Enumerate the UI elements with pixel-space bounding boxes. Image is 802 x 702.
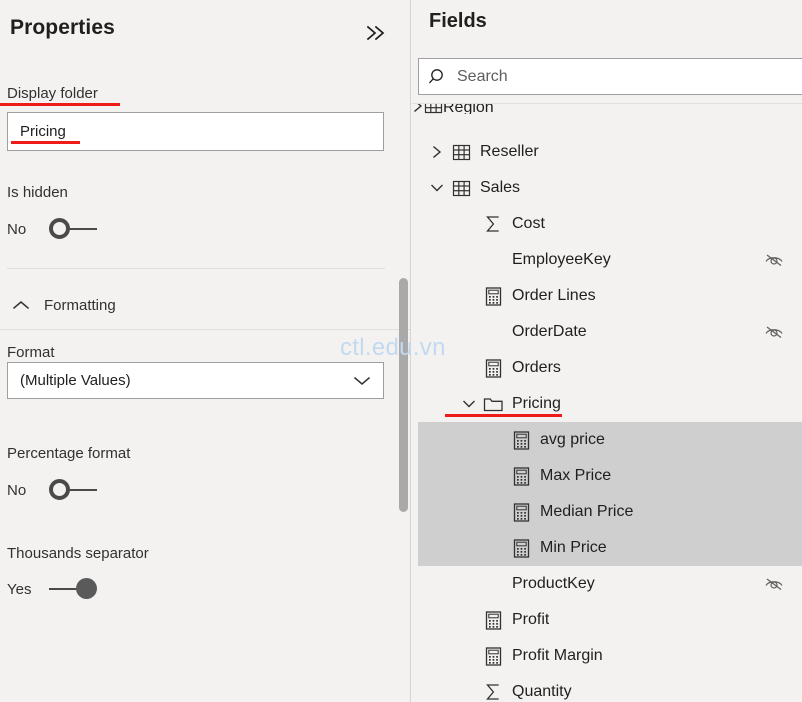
search-input[interactable] [457, 67, 802, 86]
toggle-track [49, 588, 79, 590]
eye-hidden-icon[interactable] [764, 576, 784, 592]
tree-row[interactable]: avg price [412, 422, 802, 458]
measure-icon [508, 466, 534, 486]
measure-icon [508, 538, 534, 558]
tree-row[interactable]: Cost [412, 206, 802, 242]
measure-icon [508, 502, 534, 522]
percentage-format-label: Percentage format [7, 445, 131, 462]
format-value: (Multiple Values) [20, 372, 131, 389]
measure-icon [508, 430, 534, 450]
tree-row[interactable]: Quantity [412, 674, 802, 702]
tree-row-label: Reseller [480, 143, 539, 160]
table-icon [424, 104, 443, 114]
formatting-section-title: Formatting [44, 296, 116, 314]
thousands-separator-toggle[interactable] [47, 578, 99, 600]
tree-row[interactable]: Order Lines [412, 278, 802, 314]
toggle-track [69, 489, 97, 491]
tree-row[interactable]: EmployeeKey [412, 242, 802, 278]
tree-row[interactable]: Min Price [412, 530, 802, 566]
divider [7, 268, 385, 269]
tree-row[interactable]: Sales [412, 170, 802, 206]
thousands-separator-state: Yes [7, 580, 32, 598]
double-chevron-right-icon[interactable] [361, 18, 391, 48]
chevron-down-icon[interactable] [458, 398, 480, 410]
tree-row-label: Order Lines [512, 287, 596, 304]
sigma-icon [480, 683, 506, 701]
fields-tree: Region Reseller Sales Cost EmployeeKey Order… [412, 104, 802, 702]
tree-row-label: Profit [512, 611, 550, 628]
tree-row[interactable]: Reseller [412, 134, 802, 170]
chevron-down-icon [353, 375, 383, 387]
app-root: Properties Display folder Is hidden No [0, 0, 802, 702]
fields-pane: Fields Search Region Reseller Sales Cost… [412, 0, 802, 702]
is-hidden-label: Is hidden [7, 184, 68, 201]
percentage-format-toggle[interactable] [47, 479, 99, 501]
tree-row-label: Min Price [540, 539, 607, 556]
table-icon [448, 144, 474, 161]
tree-row-label: avg price [540, 431, 605, 448]
percentage-format-state: No [7, 481, 27, 499]
sigma-icon [480, 215, 506, 233]
chevron-down-icon[interactable] [426, 182, 448, 194]
tree-row-label: Region [443, 104, 494, 114]
format-dropdown[interactable]: (Multiple Values) [7, 362, 384, 399]
tree-row[interactable]: Orders [412, 350, 802, 386]
folder-icon [480, 396, 506, 413]
toggle-knob [76, 578, 97, 599]
eye-hidden-icon[interactable] [764, 252, 784, 268]
properties-scrollbar[interactable] [399, 278, 408, 518]
measure-icon [480, 610, 506, 630]
toggle-track [69, 228, 97, 230]
toggle-knob [49, 218, 70, 239]
tree-row-label: OrderDate [512, 323, 587, 340]
tree-row[interactable]: Max Price [412, 458, 802, 494]
is-hidden-toggle[interactable] [47, 218, 99, 240]
scrollbar-thumb[interactable] [399, 278, 408, 512]
formatting-section-header[interactable]: Formatting [0, 286, 400, 324]
tree-row-label: Max Price [540, 467, 612, 484]
chevron-right-icon[interactable] [412, 104, 424, 114]
tree-row-label: Cost [512, 215, 545, 232]
fields-title: Fields [429, 10, 487, 32]
tree-row[interactable]: Pricing [412, 386, 802, 422]
tree-row[interactable]: OrderDate [412, 314, 802, 350]
tree-row-label: Median Price [540, 503, 634, 520]
tree-row-label: Quantity [512, 683, 572, 700]
format-label: Format [7, 344, 55, 361]
measure-icon [480, 646, 506, 666]
tree-row-label: Sales [480, 179, 521, 196]
percentage-format-toggle-row: No [7, 479, 99, 501]
properties-pane: Properties Display folder Is hidden No [0, 0, 411, 702]
tree-row-label: ProductKey [512, 575, 595, 592]
measure-icon [480, 358, 506, 378]
tree-row-label: Pricing [512, 395, 561, 412]
page-title: Properties [10, 16, 115, 39]
tree-row[interactable]: Profit [412, 602, 802, 638]
measure-icon [480, 286, 506, 306]
thousands-separator-toggle-row: Yes [7, 578, 99, 600]
search-box[interactable] [418, 58, 802, 95]
is-hidden-state: No [7, 220, 27, 238]
tree-row-clipped[interactable]: Region [412, 104, 802, 114]
tree-row-label: Orders [512, 359, 561, 376]
tree-row[interactable]: ProductKey [412, 566, 802, 602]
display-folder-input[interactable] [7, 112, 384, 151]
chevron-right-icon[interactable] [426, 145, 448, 159]
table-icon [448, 180, 474, 197]
is-hidden-toggle-row: No [7, 218, 99, 240]
search-icon [419, 67, 457, 87]
tree-row[interactable]: Profit Margin [412, 638, 802, 674]
eye-hidden-icon[interactable] [764, 324, 784, 340]
tree-row-label: EmployeeKey [512, 251, 611, 268]
display-folder-label: Display folder [7, 85, 98, 102]
thousands-separator-label: Thousands separator [7, 545, 149, 562]
tree-row-label: Profit Margin [512, 647, 603, 664]
divider [0, 329, 410, 330]
chevron-up-icon [0, 299, 34, 311]
toggle-knob [49, 479, 70, 500]
tree-row[interactable]: Median Price [412, 494, 802, 530]
